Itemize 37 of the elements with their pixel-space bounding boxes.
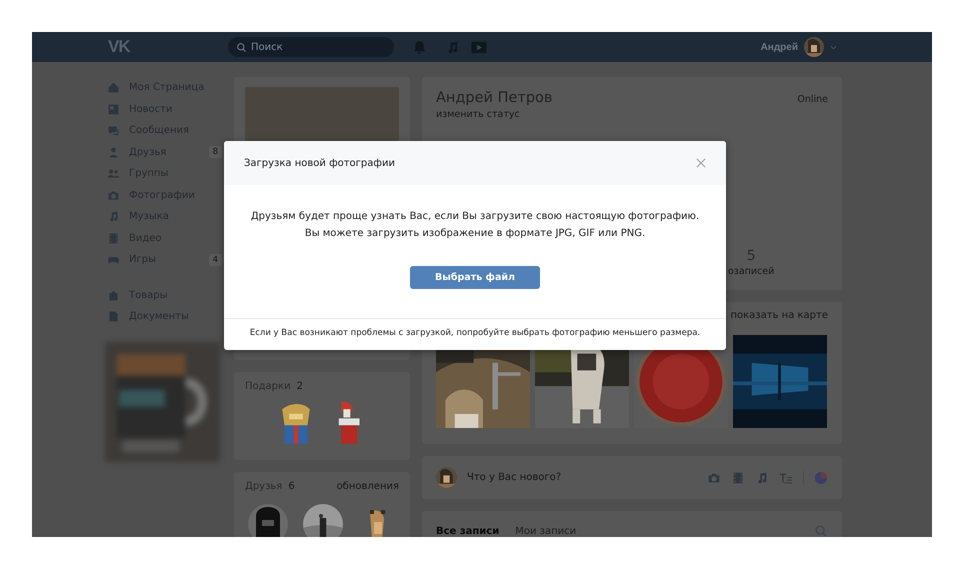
newspaper-icon [107,102,120,116]
person-icon [107,146,120,159]
dialog-title: Загрузка новой фотографии [244,158,395,168]
status-link[interactable]: изменить статус [436,109,520,120]
logo[interactable]: VK [108,37,218,57]
dialog-hint: Если у Вас возникают проблемы с загрузкой, попробуйте выбрать фотографию меньшего размера. [250,328,700,338]
film-icon[interactable] [731,470,745,484]
friend-count: 6 [288,481,295,492]
search-icon [236,42,247,52]
music-note-icon [107,210,120,224]
gift-count: 2 [296,381,303,392]
bell-icon[interactable] [412,40,427,54]
chat-icon [107,124,120,138]
home-icon [107,81,120,94]
film-icon [107,232,120,245]
close-icon[interactable] [696,158,706,168]
online-status: Online [797,94,828,105]
count-badge: 4 [208,254,222,266]
document-icon [107,310,120,324]
user-name[interactable]: Андрей [760,42,798,52]
post-input[interactable]: Что у Вас нового? [467,472,697,483]
updates-link[interactable]: обновления [336,481,399,492]
search-icon[interactable] [814,524,828,537]
count-badge: 8 [208,146,222,158]
caret-icon[interactable] [830,44,837,50]
camera-icon[interactable] [707,470,721,484]
bag-icon [107,288,120,302]
text-format-icon[interactable] [779,470,793,484]
dialog-text: Друзьям будет проще узнать Вас, если Вы загрузите свою настоящую фотографию. [250,210,700,224]
search-field[interactable]: Поиск [228,37,394,57]
people-icon [107,167,120,180]
camera-icon [107,188,120,202]
choose-file-button[interactable]: Выбрать файл [410,266,540,289]
play-icon[interactable] [470,40,488,54]
dialog-text: Вы можете загрузить изображение в формате JPG, GIF или PNG. [304,227,646,241]
map-link[interactable]: показать на карте [730,310,828,321]
wall-tab[interactable]: Все записи [436,526,500,536]
